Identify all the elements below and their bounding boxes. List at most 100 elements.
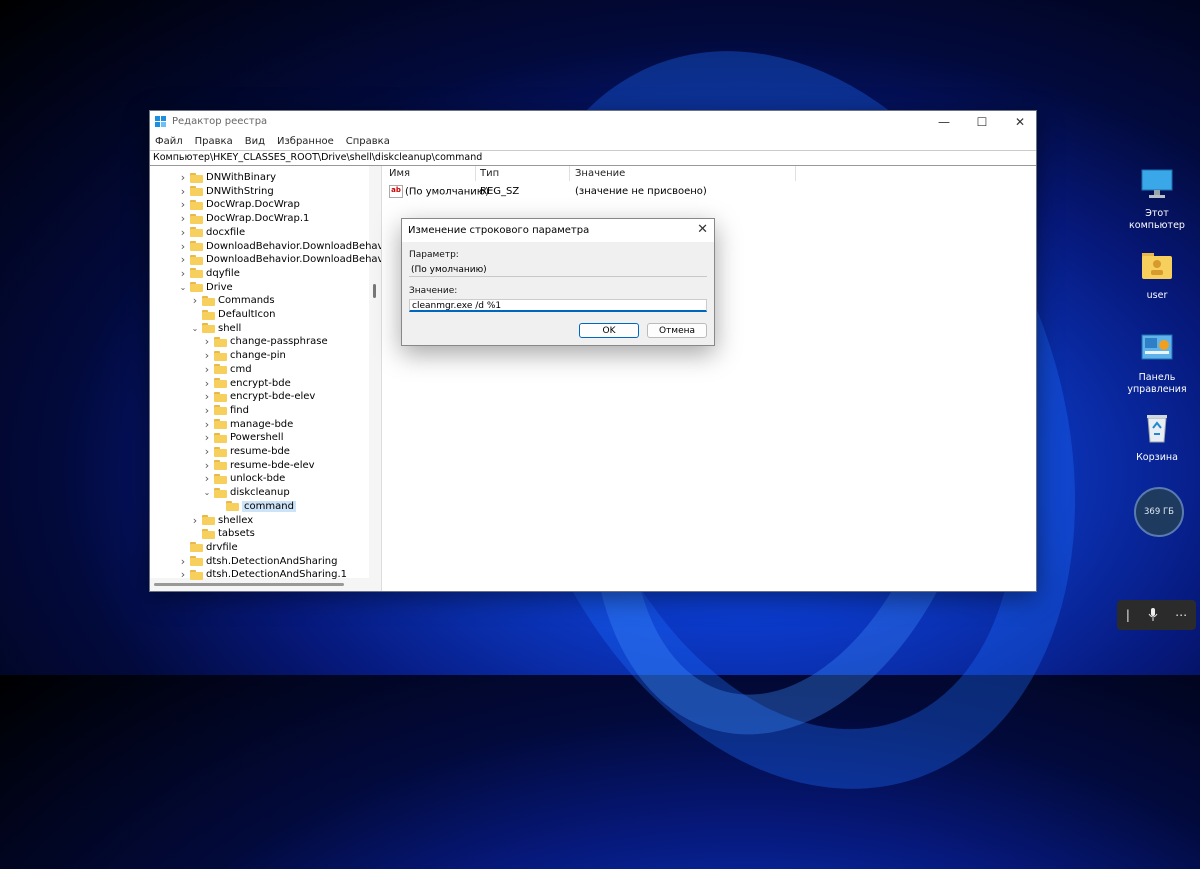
user-folder-icon — [1142, 253, 1172, 279]
menu-edit[interactable]: Правка — [195, 136, 233, 147]
tree-node[interactable]: › docxfile — [178, 226, 245, 239]
tree-node-label: drvfile — [206, 541, 238, 553]
tree-node[interactable]: ⌄ Drive — [178, 281, 233, 294]
tree-node[interactable]: › DNWithBinary — [178, 171, 276, 184]
tree-node[interactable]: DefaultIcon — [190, 308, 275, 321]
chevron-right-icon[interactable]: › — [178, 555, 188, 568]
tree-node[interactable]: › dqyfile — [178, 267, 240, 280]
tree-node-label: DNWithBinary — [206, 172, 277, 183]
desktop-icon-this-pc[interactable]: Этот компьютер — [1125, 168, 1189, 232]
chevron-right-icon[interactable]: › — [178, 198, 188, 211]
menu-help[interactable]: Справка — [346, 136, 390, 147]
column-header-name[interactable]: Имя — [385, 166, 476, 181]
tree-node-label: dtsh.DetectionAndSharing.1 — [206, 569, 348, 581]
chevron-right-icon[interactable]: › — [178, 185, 188, 198]
tree-node[interactable]: ⌄ diskcleanup — [202, 486, 290, 499]
disk-space-widget[interactable]: 369 ГБ — [1134, 487, 1184, 537]
value-row[interactable]: ab (По умолчанию) — [389, 185, 489, 199]
menu-view[interactable]: Вид — [245, 136, 265, 147]
tree-node[interactable]: › cmd — [202, 363, 252, 376]
chevron-right-icon[interactable]: › — [178, 267, 188, 280]
maximize-button[interactable]: ☐ — [963, 111, 1001, 133]
chevron-right-icon[interactable]: › — [190, 514, 200, 527]
chevron-down-icon[interactable]: ⌄ — [190, 322, 200, 335]
chevron-right-icon[interactable]: › — [178, 226, 188, 239]
registry-tree[interactable]: › DNWithBinary › DNWithString › DocWrap.DocWr… — [150, 166, 382, 591]
tree-node[interactable]: › DocWrap.DocWrap.1 — [178, 212, 310, 225]
chevron-right-icon[interactable]: › — [202, 418, 212, 431]
desktop-icon-control-panel[interactable]: Панель управления — [1125, 332, 1189, 396]
chevron-right-icon[interactable]: › — [178, 253, 188, 266]
chevron-right-icon[interactable]: › — [202, 335, 212, 348]
cancel-button[interactable]: Отмена — [647, 323, 707, 338]
tree-node[interactable]: › resume-bde-elev — [202, 459, 315, 472]
chevron-right-icon[interactable]: › — [202, 431, 212, 444]
tree-node[interactable]: › find — [202, 404, 249, 417]
tree-node[interactable]: ⌄ shell — [190, 322, 242, 335]
microphone-icon[interactable] — [1148, 608, 1158, 622]
menu-file[interactable]: Файл — [155, 136, 183, 147]
chevron-right-icon[interactable]: › — [202, 459, 212, 472]
tree-node[interactable]: › DocWrap.DocWrap — [178, 198, 300, 211]
tree-node[interactable]: drvfile — [178, 541, 238, 554]
desktop-icon-label: user — [1146, 290, 1168, 301]
folder-icon — [214, 432, 227, 443]
tree-node[interactable]: › DNWithString — [178, 185, 274, 198]
tree-node[interactable]: › unlock-bde — [202, 472, 286, 485]
value-data-input[interactable]: cleanmgr.exe /d %1 — [409, 299, 707, 312]
folder-icon — [190, 282, 203, 293]
address-bar[interactable]: Компьютер\HKEY_CLASSES_ROOT\Drive\shell\… — [150, 150, 1036, 166]
chevron-down-icon[interactable]: ⌄ — [202, 486, 212, 499]
text-cursor-icon[interactable]: | — [1126, 608, 1130, 622]
tree-node[interactable]: › Commands — [190, 294, 275, 307]
tree-node[interactable]: › DownloadBehavior.DownloadBehavior. — [178, 253, 381, 266]
column-header-data[interactable]: Значение — [571, 166, 796, 181]
close-button[interactable]: ✕ — [1001, 111, 1039, 133]
no-expander — [178, 541, 188, 554]
column-header-type[interactable]: Тип — [476, 166, 570, 181]
chevron-right-icon[interactable]: › — [202, 349, 212, 362]
tree-scroll-thumb[interactable] — [373, 284, 376, 298]
minimize-button[interactable]: — — [925, 111, 963, 133]
tree-node[interactable]: tabsets — [190, 527, 255, 540]
title-bar[interactable]: Редактор реестра — ☐ ✕ — [150, 111, 1036, 133]
tree-node[interactable]: › encrypt-bde-elev — [202, 390, 316, 403]
tree-vertical-scrollbar[interactable] — [369, 166, 381, 578]
chevron-right-icon[interactable]: › — [190, 294, 200, 307]
tree-node[interactable]: › dtsh.DetectionAndSharing.1 — [178, 568, 347, 581]
chevron-right-icon[interactable]: › — [178, 171, 188, 184]
tree-node[interactable]: › change-pin — [202, 349, 286, 362]
chevron-right-icon[interactable]: › — [202, 377, 212, 390]
chevron-right-icon[interactable]: › — [202, 390, 212, 403]
recycle-bin-icon — [1147, 415, 1167, 443]
chevron-right-icon[interactable]: › — [178, 568, 188, 581]
folder-icon — [214, 487, 227, 498]
chevron-right-icon[interactable]: › — [202, 363, 212, 376]
tree-node[interactable]: › manage-bde — [202, 418, 294, 431]
chevron-right-icon[interactable]: › — [178, 240, 188, 253]
chevron-right-icon[interactable]: › — [202, 472, 212, 485]
menu-favorites[interactable]: Избранное — [277, 136, 334, 147]
tree-node[interactable]: › encrypt-bde — [202, 377, 291, 390]
chevron-down-icon[interactable]: ⌄ — [178, 281, 188, 294]
tree-node[interactable]: › change-passphrase — [202, 335, 328, 348]
tree-node[interactable]: › Powershell — [202, 431, 284, 444]
chevron-right-icon[interactable]: › — [202, 404, 212, 417]
chevron-right-icon[interactable]: › — [202, 445, 212, 458]
control-panel-icon — [1141, 334, 1173, 360]
tree-node-selected[interactable]: command — [214, 500, 296, 513]
desktop-icon-recycle-bin[interactable]: Корзина — [1125, 412, 1189, 464]
desktop-icon-user[interactable]: user — [1125, 250, 1189, 302]
dialog-close-button[interactable]: ✕ — [697, 222, 708, 237]
tree-node-label: shellex — [218, 514, 254, 526]
folder-icon — [202, 528, 215, 539]
more-options-icon[interactable]: ⋯ — [1175, 608, 1187, 622]
tree-node[interactable]: › dtsh.DetectionAndSharing — [178, 555, 338, 568]
tree-node[interactable]: › DownloadBehavior.DownloadBehavior — [178, 240, 381, 253]
tree-node[interactable]: › resume-bde — [202, 445, 290, 458]
folder-icon — [190, 556, 203, 567]
tree-hscroll-thumb[interactable] — [154, 583, 344, 586]
tree-node[interactable]: › shellex — [190, 514, 253, 527]
chevron-right-icon[interactable]: › — [178, 212, 188, 225]
ok-button[interactable]: OK — [579, 323, 639, 338]
